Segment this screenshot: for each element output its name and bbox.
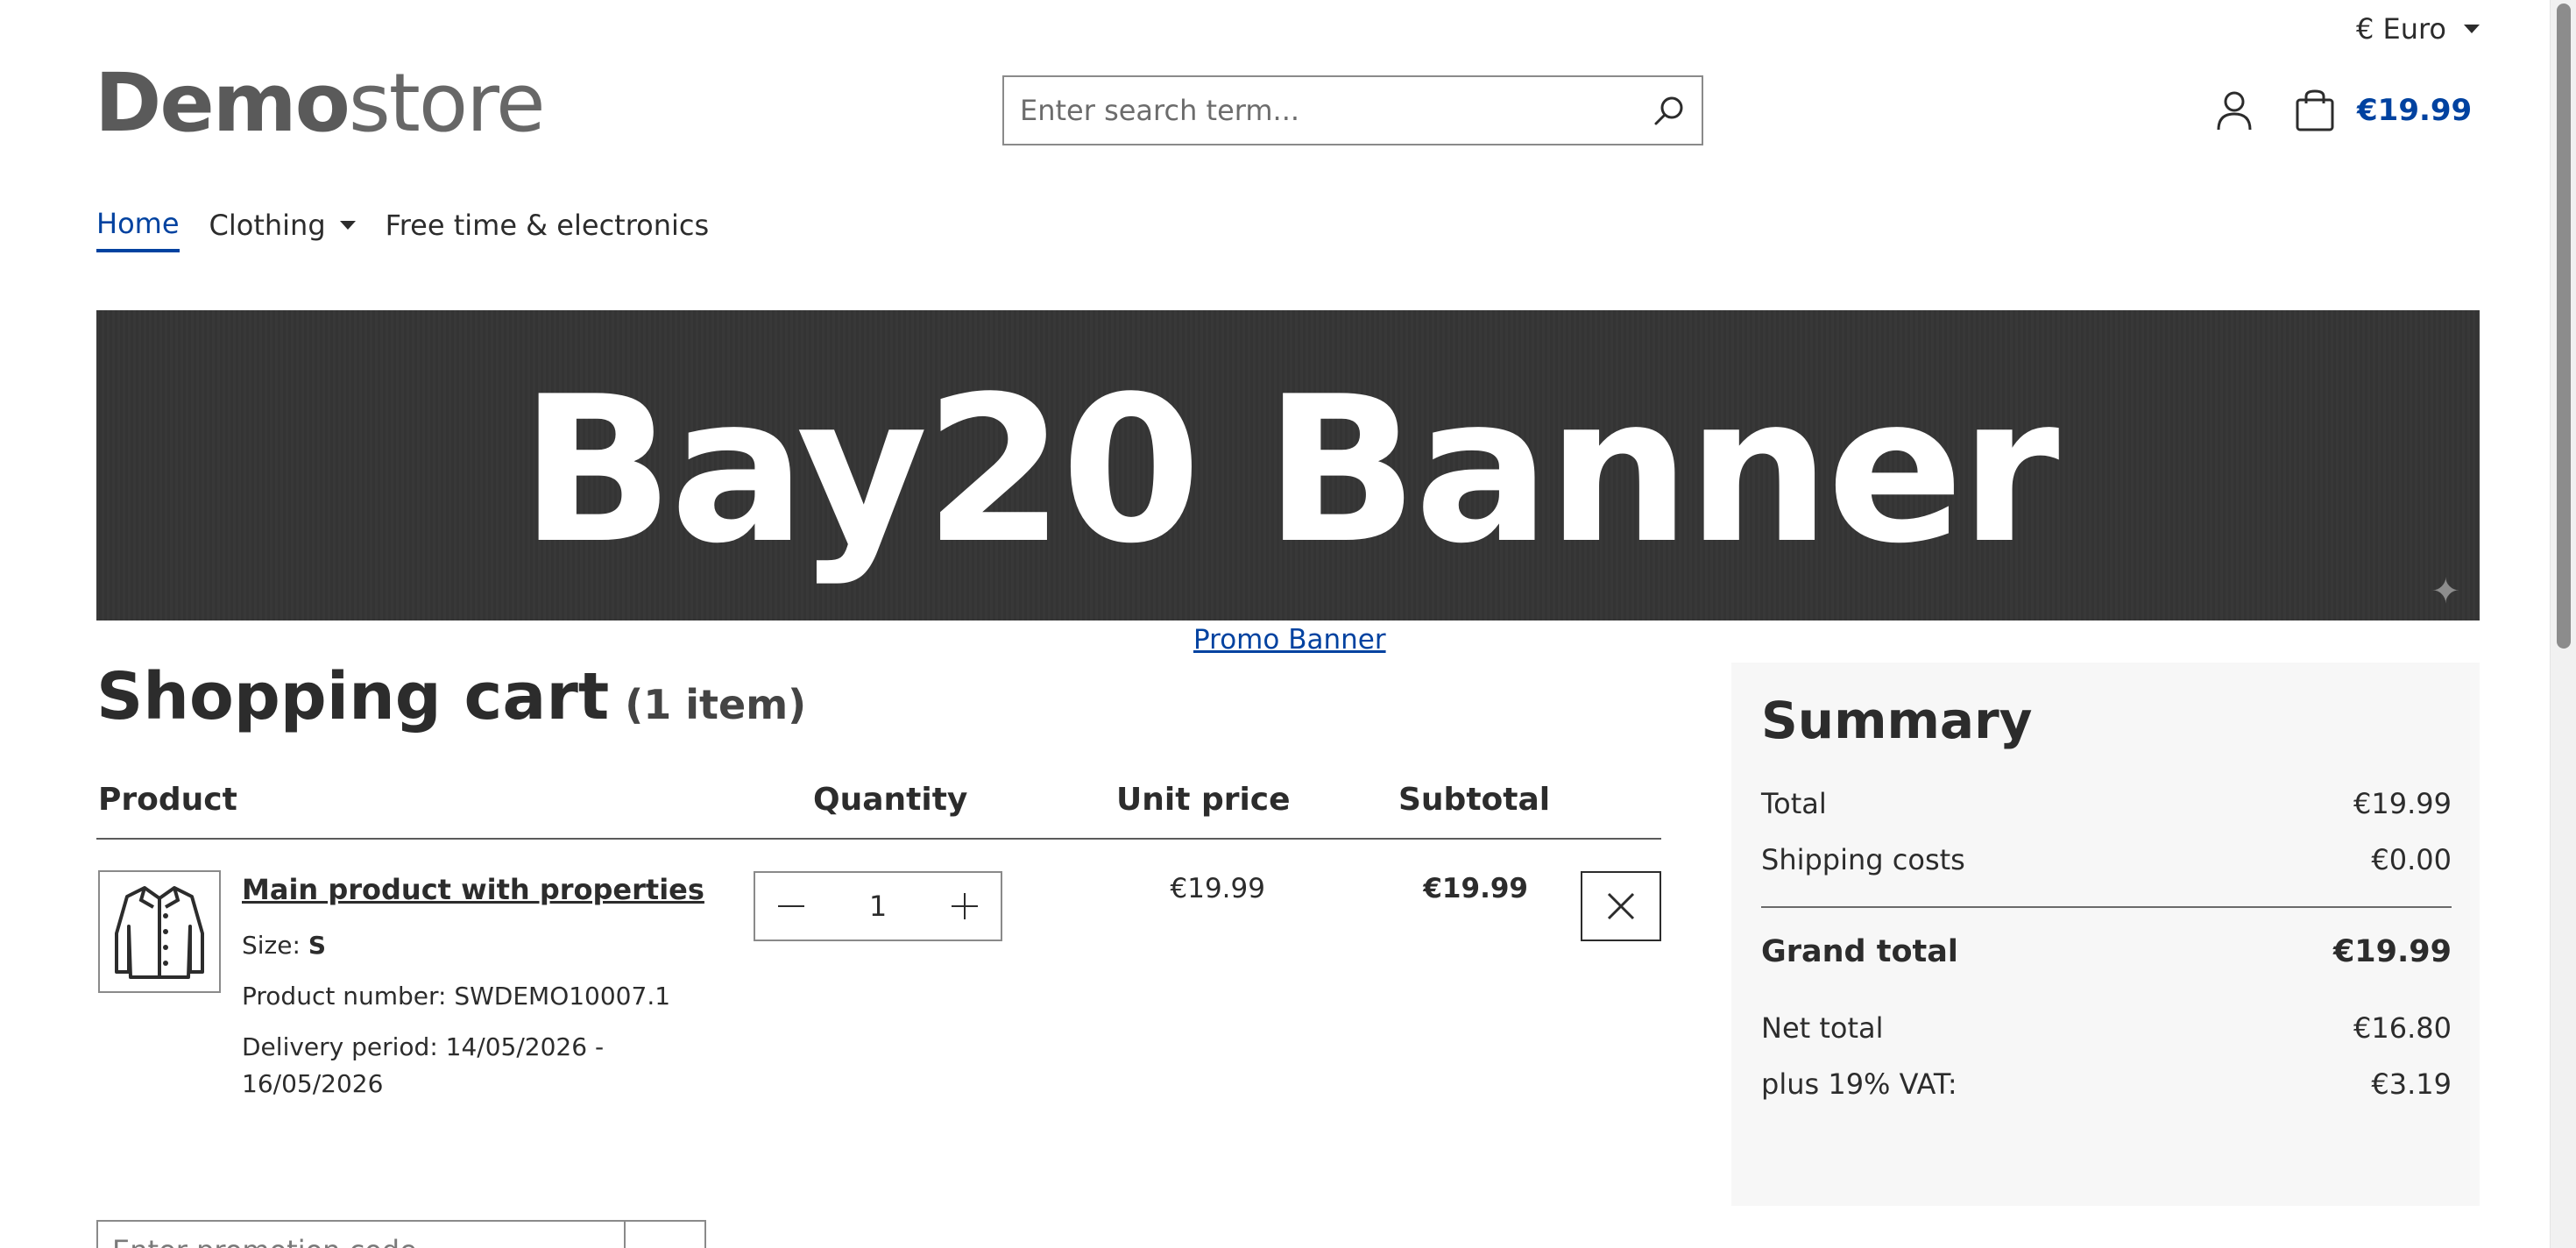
total-value: €19.99 [2353, 787, 2452, 820]
nav-item-label: Home [96, 207, 180, 240]
promo-code-submit-button[interactable] [624, 1222, 704, 1248]
total-label: Total [1761, 787, 1827, 820]
cart-item-count: (1 item) [625, 681, 807, 728]
vat-value: €3.19 [2371, 1067, 2452, 1101]
net-total-label: Net total [1761, 1011, 1884, 1045]
scrollbar-thumb[interactable] [2557, 4, 2571, 649]
cart-summary: Summary Total €19.99 Shipping costs €0.0… [1731, 663, 2480, 1206]
currency-selector[interactable]: € Euro [2356, 12, 2480, 46]
chevron-down-icon [2464, 25, 2480, 33]
sparkle-icon: ✦ [2431, 571, 2460, 612]
column-header-product: Product [98, 782, 237, 818]
account-button[interactable] [2212, 88, 2257, 133]
size-value: S [308, 931, 326, 960]
promo-code-input[interactable] [98, 1222, 627, 1248]
close-icon [1607, 892, 1635, 920]
summary-total-row: Total €19.99 [1761, 787, 2452, 820]
user-icon [2217, 91, 2252, 131]
summary-shipping-row: Shipping costs €0.00 [1761, 843, 2452, 876]
quantity-stepper: 1 [754, 871, 1002, 941]
cart-table-header: Product Quantity Unit price Subtotal [96, 778, 1661, 840]
grand-total-value: €19.99 [2332, 934, 2452, 969]
store-logo[interactable]: Demostore [95, 63, 546, 144]
jacket-icon [115, 886, 204, 979]
delivery-period-line1: Delivery period: 14/05/2026 - [242, 1032, 605, 1061]
product-name-link[interactable]: Main product with properties [242, 873, 704, 906]
shipping-value: €0.00 [2371, 843, 2452, 876]
promo-code-form [96, 1220, 706, 1248]
logo-bold-text: Demo [95, 56, 350, 150]
quantity-value[interactable]: 1 [869, 890, 887, 923]
search-icon [1654, 96, 1683, 125]
net-total-value: €16.80 [2353, 1011, 2452, 1045]
page-scrollbar[interactable] [2550, 0, 2576, 1248]
product-size: Size: S [242, 927, 326, 964]
search-bar [1002, 75, 1703, 145]
search-button[interactable] [1647, 89, 1691, 133]
search-input[interactable] [1004, 77, 1617, 144]
remove-item-button[interactable] [1581, 871, 1661, 941]
summary-divider [1761, 906, 2452, 908]
nav-item-clothing[interactable]: Clothing [209, 207, 356, 252]
increase-quantity-button[interactable] [951, 893, 978, 919]
column-header-subtotal: Subtotal [1398, 782, 1551, 818]
logo-light-text: store [348, 56, 546, 150]
summary-grand-total-row: Grand total €19.99 [1761, 934, 2452, 969]
cart-button[interactable]: €19.99 [2294, 86, 2472, 135]
product-number: Product number: SWDEMO10007.1 [242, 982, 671, 1010]
item-subtotal: €19.99 [1423, 873, 1528, 904]
summary-title: Summary [1761, 691, 2033, 750]
cart-total: €19.99 [2357, 93, 2473, 128]
banner-heading: Bay20 Banner [520, 354, 2060, 588]
promo-banner-link[interactable]: Promo Banner [1193, 624, 1386, 656]
grand-total-label: Grand total [1761, 934, 1958, 969]
column-header-unit-price: Unit price [1116, 782, 1291, 818]
nav-item-label: Free time & electronics [385, 209, 710, 242]
page-title: Shopping cart (1 item) [96, 659, 806, 734]
nav-item-home[interactable]: Home [96, 207, 180, 252]
shopping-bag-icon [2296, 89, 2334, 131]
unit-price: €19.99 [1170, 873, 1265, 904]
summary-net-row: Net total €16.80 [1761, 1011, 2452, 1045]
vat-label: plus 19% VAT: [1761, 1067, 1957, 1101]
promo-banner[interactable]: Bay20 Banner ✦ [96, 310, 2480, 620]
cart-title-text: Shopping cart [96, 659, 610, 734]
shipping-label: Shipping costs [1761, 843, 1965, 876]
main-navigation: Home Clothing Free time & electronics [96, 207, 709, 252]
summary-vat-row: plus 19% VAT: €3.19 [1761, 1067, 2452, 1101]
product-image[interactable] [98, 870, 221, 993]
currency-label: € Euro [2355, 12, 2446, 46]
chevron-down-icon [339, 221, 356, 230]
size-label: Size: [242, 931, 301, 960]
decrease-quantity-button[interactable] [778, 893, 804, 919]
column-header-quantity: Quantity [813, 782, 968, 818]
nav-item-label: Clothing [209, 209, 326, 242]
delivery-period-line2: 16/05/2026 [242, 1069, 384, 1098]
nav-item-free-time[interactable]: Free time & electronics [386, 207, 710, 252]
